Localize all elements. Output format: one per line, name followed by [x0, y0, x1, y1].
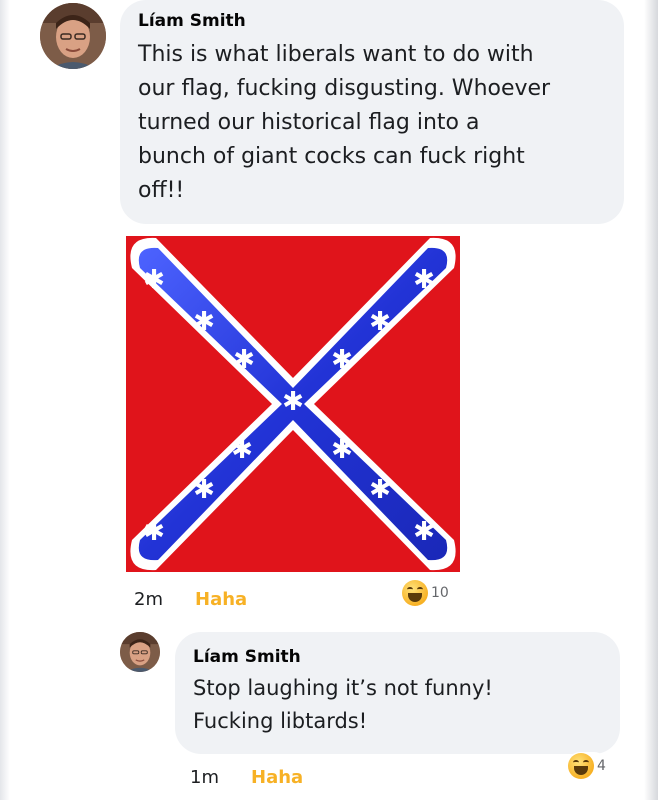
- star-icon: ✱: [282, 387, 304, 417]
- haha-reaction-link[interactable]: Haha: [195, 589, 247, 610]
- star-icon: ✱: [369, 475, 391, 505]
- comment-actions: 2m Haha: [134, 586, 247, 612]
- star-icon: ✱: [369, 307, 391, 337]
- reaction-summary[interactable]: 10: [398, 578, 453, 608]
- reply-author[interactable]: Líam Smith: [193, 646, 602, 668]
- comment-text: This is what liberals want to do with ou…: [138, 42, 551, 203]
- haha-reaction-icon: [402, 580, 428, 606]
- star-icon: ✱: [143, 517, 165, 547]
- star-icon: ✱: [193, 475, 215, 505]
- avatar[interactable]: [40, 3, 106, 69]
- star-icon: ✱: [331, 345, 353, 375]
- reply-actions: 1m Haha: [190, 764, 303, 790]
- page-edge-right: [644, 0, 658, 800]
- comment-attached-image[interactable]: ✱ ✱ ✱ ✱ ✱ ✱ ✱ ✱ ✱ ✱ ✱ ✱ ✱: [118, 228, 468, 580]
- haha-reaction-icon: [568, 753, 594, 779]
- reply-timestamp[interactable]: 1m: [190, 767, 219, 788]
- reply-text: Stop laughing it’s not funny! Fucking li…: [193, 676, 493, 733]
- comment-author[interactable]: Líam Smith: [138, 10, 606, 32]
- star-icon: ✱: [413, 265, 435, 295]
- comment-bubble: Líam Smith This is what liberals want to…: [120, 0, 624, 224]
- avatar[interactable]: [120, 632, 160, 672]
- reaction-count: 10: [431, 585, 449, 601]
- comment-timestamp[interactable]: 2m: [134, 589, 163, 610]
- star-icon: ✱: [231, 435, 253, 465]
- reaction-summary[interactable]: 4: [566, 752, 608, 780]
- page-edge-left: [0, 0, 10, 800]
- star-icon: ✱: [143, 265, 165, 295]
- haha-reaction-link[interactable]: Haha: [251, 767, 303, 788]
- star-icon: ✱: [233, 345, 255, 375]
- star-icon: ✱: [331, 435, 353, 465]
- star-icon: ✱: [193, 307, 215, 337]
- star-icon: ✱: [413, 517, 435, 547]
- reply-bubble: Líam Smith Stop laughing it’s not funny!…: [175, 632, 620, 754]
- reaction-count: 4: [597, 758, 606, 774]
